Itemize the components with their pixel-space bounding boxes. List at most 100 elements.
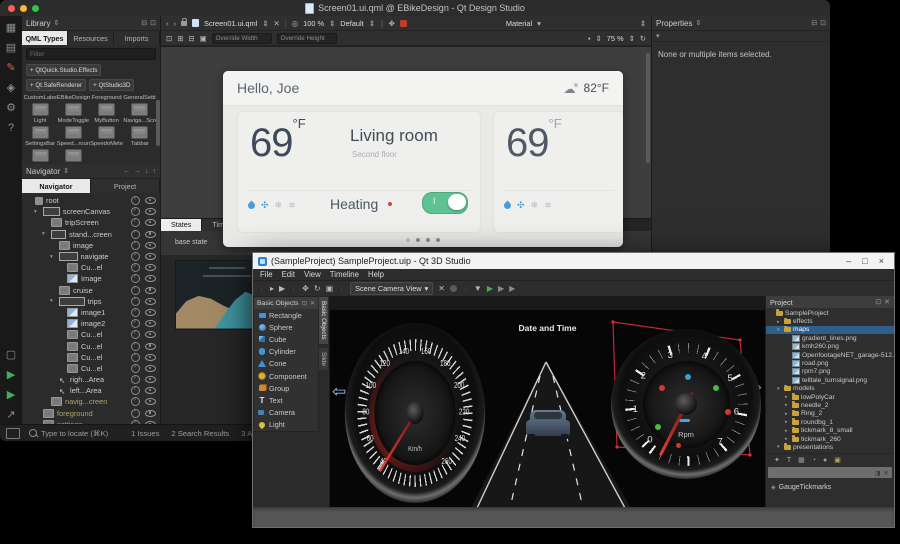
edit-filter-icon[interactable]: ◨ bbox=[874, 469, 880, 477]
export-icon[interactable] bbox=[131, 252, 140, 261]
navigator-dropdown-icon[interactable]: ⇕ bbox=[63, 167, 69, 175]
second-room-card[interactable]: 69°F ✣ ❄ ≋ bbox=[493, 111, 623, 233]
overflow-caret-icon[interactable]: ▾ bbox=[656, 32, 660, 40]
navigator-tab[interactable]: Project bbox=[91, 179, 160, 193]
visibility-eye-icon[interactable] bbox=[145, 354, 156, 361]
visibility-eye-icon[interactable] bbox=[145, 343, 156, 350]
snap-icon[interactable]: ⊡ bbox=[166, 34, 172, 43]
debug-mode-icon[interactable] bbox=[0, 82, 22, 94]
timeline-object-row[interactable]: ◈ GaugeTickmarks bbox=[766, 482, 894, 493]
project-tree-item[interactable]: OpenfootageNET_garage-512.hdr bbox=[766, 351, 894, 359]
play-icon[interactable]: ▶ bbox=[487, 284, 493, 293]
expander-icon[interactable]: ▸ bbox=[785, 411, 790, 417]
visibility-eye-icon[interactable] bbox=[145, 231, 156, 238]
navigator-tree-item[interactable]: Cu...el bbox=[22, 329, 160, 340]
export-icon[interactable] bbox=[131, 207, 140, 216]
add-behavior-icon[interactable]: ● bbox=[823, 457, 827, 464]
library-component[interactable]: Speed...round bbox=[57, 126, 89, 147]
edit-mode-icon[interactable] bbox=[0, 42, 22, 54]
dot[interactable] bbox=[406, 238, 410, 242]
visibility-eye-icon[interactable] bbox=[145, 298, 156, 305]
canvas-zoom-down-icon[interactable]: ⇕ bbox=[596, 34, 602, 43]
close-panel-icon[interactable]: ✕ bbox=[884, 298, 890, 306]
menu-item[interactable]: Timeline bbox=[330, 270, 359, 279]
project-tree-item[interactable]: ▸ roundbg_1 bbox=[766, 418, 894, 426]
clear-filter-icon[interactable]: ✕ bbox=[884, 469, 889, 477]
scale-tool-icon[interactable]: ▣ bbox=[326, 284, 334, 293]
override-height-field[interactable]: Override Height bbox=[277, 33, 337, 44]
q3d-titlebar[interactable]: (SampleProject) SampleProject.uip - Qt 3… bbox=[253, 253, 894, 269]
menu-item[interactable]: File bbox=[260, 270, 273, 279]
basic-object-item[interactable]: Rectangle bbox=[254, 309, 318, 321]
dot[interactable] bbox=[426, 238, 430, 242]
navigator-tree-item[interactable]: image bbox=[22, 240, 160, 251]
visibility-eye-icon[interactable] bbox=[145, 275, 156, 282]
project-tree-item[interactable]: telltale_turnsignal.png bbox=[766, 376, 894, 384]
project-tree-item[interactable]: rpm7.png bbox=[766, 368, 894, 376]
move-up-icon[interactable]: ↑ bbox=[153, 168, 157, 175]
export-icon[interactable] bbox=[131, 319, 140, 328]
humidity-icon[interactable] bbox=[247, 201, 257, 211]
move-tool-icon[interactable]: ✥ bbox=[389, 19, 395, 28]
visibility-eye-icon[interactable] bbox=[145, 398, 156, 405]
export-icon[interactable] bbox=[131, 342, 140, 351]
library-tab[interactable]: QML Types bbox=[22, 31, 68, 45]
visibility-eye-icon[interactable] bbox=[145, 264, 156, 271]
move-down-icon[interactable]: ↓ bbox=[145, 168, 149, 175]
library-component[interactable]: Tabbar bbox=[124, 126, 156, 147]
filter-icon[interactable]: ▼ bbox=[474, 284, 482, 293]
split-panel-icon[interactable]: ⊟ bbox=[811, 19, 817, 27]
export-icon[interactable] bbox=[131, 241, 140, 250]
export-icon[interactable] bbox=[131, 218, 140, 227]
basic-object-item[interactable]: Component bbox=[254, 370, 318, 382]
visibility-eye-icon[interactable] bbox=[145, 242, 156, 249]
navigator-tree-item[interactable]: righ...Area bbox=[22, 374, 160, 385]
zoom-stepper-icon[interactable]: ⇕ bbox=[329, 19, 335, 28]
forward-icon[interactable]: › bbox=[173, 19, 175, 28]
zoom-level[interactable]: 100 % bbox=[303, 19, 324, 28]
project-tree-item[interactable]: ▸ Ring_2 bbox=[766, 410, 894, 418]
side-tab[interactable]: Slide bbox=[318, 347, 329, 371]
menu-item[interactable]: View bbox=[304, 270, 321, 279]
library-component[interactable]: Light bbox=[24, 103, 56, 124]
pin-panel-icon[interactable]: ⊡ bbox=[875, 298, 881, 306]
navigator-tree-item[interactable]: Cu...el bbox=[22, 363, 160, 374]
expander-icon[interactable]: ▾ bbox=[34, 209, 40, 215]
toolbar-overflow-icon[interactable]: ⇕ bbox=[640, 19, 646, 28]
project-tree-item[interactable]: kmh260.png bbox=[766, 343, 894, 351]
add-image-icon[interactable]: ▦ bbox=[798, 456, 805, 464]
navigator-tree-item[interactable]: tripScreen bbox=[22, 217, 160, 228]
export-icon[interactable] bbox=[131, 263, 140, 272]
navigator-tree-item[interactable]: cruise bbox=[22, 285, 160, 296]
back-icon[interactable]: ‹ bbox=[166, 19, 168, 28]
expander-icon[interactable]: ▸ bbox=[777, 319, 782, 325]
close-icon[interactable]: × bbox=[879, 256, 884, 266]
maximize-icon[interactable] bbox=[32, 5, 39, 12]
project-tree-item[interactable]: ▸ lowPolyCar bbox=[766, 393, 894, 401]
run-icon[interactable] bbox=[0, 369, 22, 381]
rpm-gauge[interactable]: 01234567 Rpm bbox=[611, 329, 761, 479]
base-state-item[interactable]: base state bbox=[175, 239, 207, 246]
previous-screen-arrow-icon[interactable]: ⇦ bbox=[332, 382, 346, 402]
library-tab[interactable]: Imports bbox=[114, 31, 160, 45]
override-width-field[interactable]: Override Width bbox=[212, 33, 272, 44]
heating-toggle[interactable]: I bbox=[422, 192, 468, 214]
export-icon[interactable] bbox=[131, 375, 140, 384]
properties-dropdown-icon[interactable]: ⇕ bbox=[695, 19, 701, 27]
form-editor-canvas[interactable]: Hello, Joe ☀☁ 82°F 69°F Living room Seco… bbox=[161, 46, 651, 218]
navigator-tree-item[interactable]: root bbox=[22, 195, 160, 206]
library-component[interactable]: Naviga...Screen bbox=[124, 103, 156, 124]
export-icon[interactable] bbox=[131, 353, 140, 362]
move-right-icon[interactable]: → bbox=[134, 168, 141, 175]
export-icon[interactable] bbox=[131, 230, 140, 239]
minimize-icon[interactable] bbox=[20, 5, 27, 12]
navigator-tree-item[interactable]: ▾ screenCanvas bbox=[22, 206, 160, 217]
basic-object-item[interactable]: Cube bbox=[254, 333, 318, 345]
menu-item[interactable]: Help bbox=[368, 270, 384, 279]
basic-object-item[interactable]: Cone bbox=[254, 358, 318, 370]
import-module-button[interactable]: + QtQuick.Studio.Effects bbox=[26, 64, 101, 76]
navigator-tree-item[interactable]: ▾ trips bbox=[22, 296, 160, 307]
export-icon[interactable] bbox=[131, 386, 140, 395]
expander-icon[interactable]: ▾ bbox=[50, 254, 56, 260]
menu-item[interactable]: Edit bbox=[282, 270, 295, 279]
